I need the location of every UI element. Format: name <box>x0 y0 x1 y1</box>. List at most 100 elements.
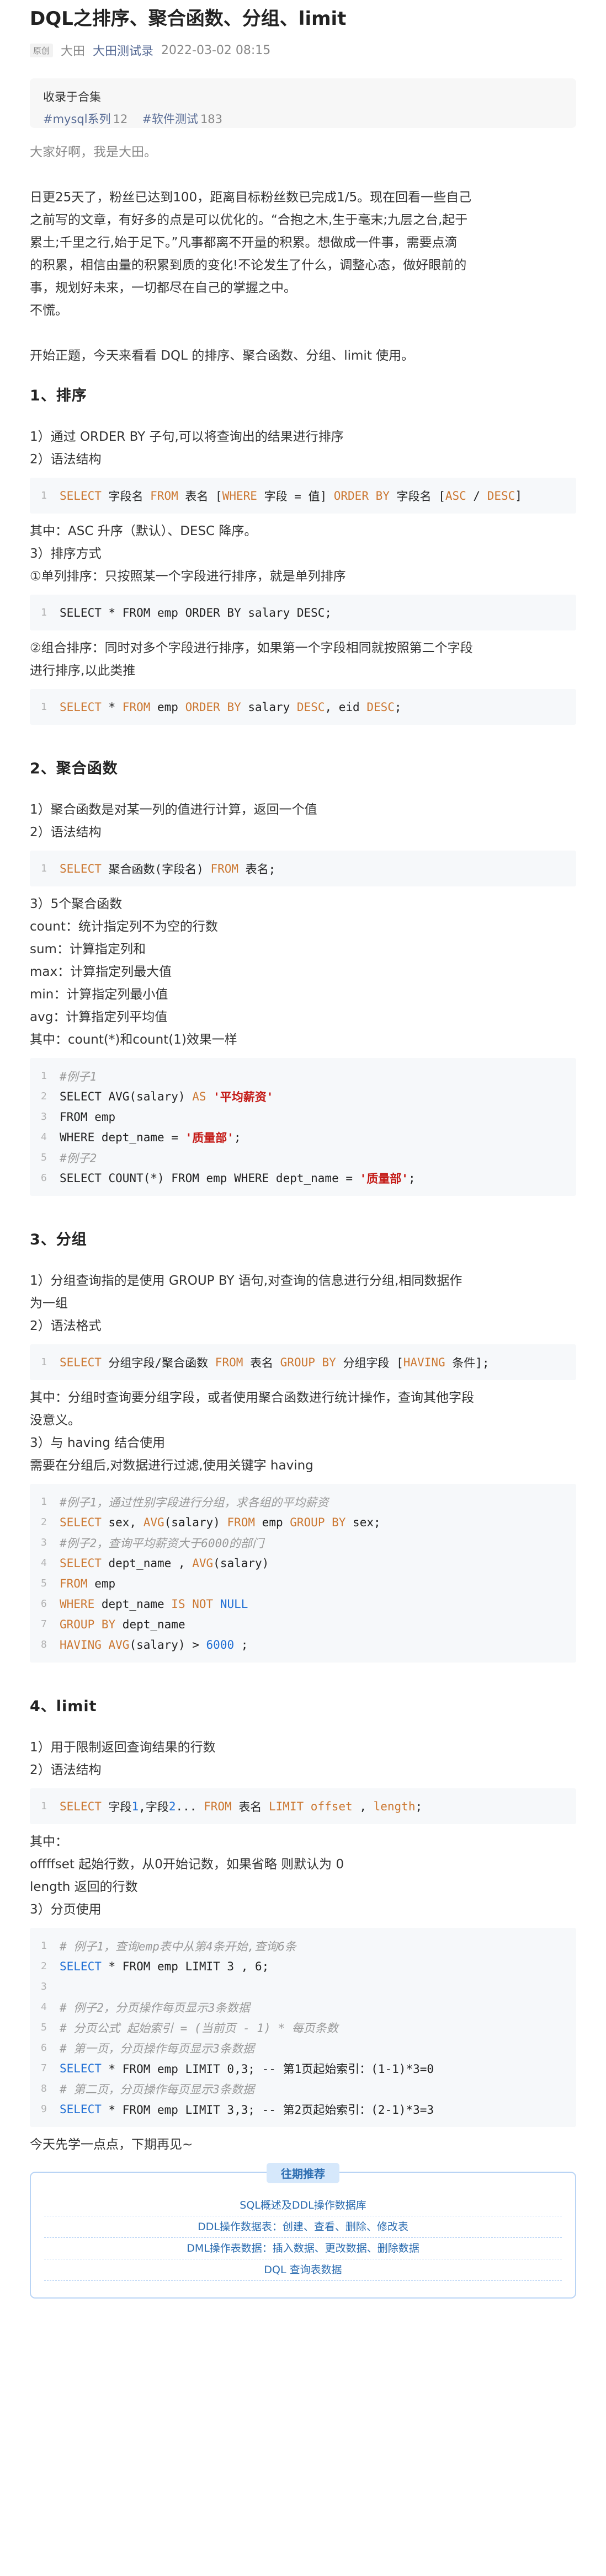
code-block: 1 SELECT * FROM emp ORDER BY salary DESC… <box>30 689 576 725</box>
code-line: 8 HAVING AVG (salary) > 6000 ; <box>41 1634 576 1655</box>
code-text: ; <box>415 1799 423 1813</box>
code-keyword: SELECT <box>60 489 102 503</box>
code-text: ; <box>408 1171 416 1185</box>
code-text: ; <box>394 700 402 714</box>
author-name[interactable]: 大田 <box>61 41 85 59</box>
code-keyword: HAVING <box>403 1355 445 1369</box>
code-text: 字段名 [ <box>389 489 445 503</box>
recommend-link[interactable]: SQL概述及DDL操作数据库 <box>44 2195 562 2216</box>
code-keyword: length <box>366 1799 416 1813</box>
paragraph: avg：计算指定列平均值 <box>30 1010 168 1024</box>
code-string: '质量部' <box>185 1131 234 1145</box>
code-line: 5 FROM emp <box>41 1573 576 1594</box>
code-text: sex; <box>345 1515 381 1529</box>
paragraph: length 返回的行数 <box>30 1880 138 1894</box>
code-line: 2 SELECT AVG(salary) AS '平均薪资' <box>41 1086 576 1107</box>
code-text: ] <box>515 489 522 503</box>
section-heading-aggregate: 2、聚合函数 <box>30 760 118 777</box>
code-comment: # 分页公式 起始索引 = (当前页 - 1) * 每页条数 <box>60 2021 338 2035</box>
code-text: ... <box>176 1799 204 1813</box>
code-keyword: AVG <box>143 1515 164 1529</box>
line-number: 9 <box>41 2103 47 2115</box>
line-number: 6 <box>41 1172 47 1184</box>
code-text: (salary) > <box>129 1638 206 1652</box>
code-text: , <box>359 1799 366 1813</box>
code-text: 表名 [ <box>178 489 222 503</box>
code-text: dept_name , <box>101 1556 193 1570</box>
code-text: SELECT COUNT(*) FROM emp WHERE dept_name… <box>60 1171 360 1185</box>
code-block: 1 SELECT * FROM emp ORDER BY salary DESC… <box>30 595 576 630</box>
code-line: 6 # 第一页，分页操作每页显示3条数据 <box>41 2038 576 2058</box>
code-keyword: SELECT <box>60 700 102 714</box>
code-keyword: DESC <box>487 489 515 503</box>
paragraph: 1）聚合函数是对某一列的值进行计算，返回一个值 <box>30 803 317 817</box>
code-keyword: WHERE <box>60 1597 95 1611</box>
line-number: 2 <box>41 1960 47 1972</box>
line-number: 6 <box>41 1598 47 1610</box>
paragraph: 进行排序,以此类推 <box>30 664 136 678</box>
code-line: 2 SELECT * FROM emp LIMIT 3 , 6; <box>41 1956 576 1976</box>
paragraph: 1）通过 ORDER BY 子句,可以将查询出的结果进行排序 <box>30 430 344 444</box>
code-line: 3 FROM emp <box>41 1107 576 1127</box>
code-keyword: offset <box>304 1799 360 1813</box>
code-keyword: IS NOT <box>171 1597 214 1611</box>
paragraph: 1）用于限制返回查询结果的行数 <box>30 1740 216 1755</box>
paragraph: 3）5个聚合函数 <box>30 897 123 911</box>
original-badge: 原创 <box>30 43 54 57</box>
code-keyword: SELECT <box>60 1515 102 1529</box>
code-text: 聚合函数(字段名) <box>101 862 211 876</box>
line-number: 5 <box>41 1578 47 1589</box>
account-link[interactable]: 大田测试录 <box>93 41 153 59</box>
line-number: 3 <box>41 1981 47 1992</box>
code-text: 分组字段/聚合函数 <box>101 1356 215 1370</box>
recommend-link[interactable]: DDL操作数据表：创建、查看、删除、修改表 <box>44 2216 562 2238</box>
code-keyword: FROM <box>60 1576 88 1590</box>
code-text: 字段名 <box>101 489 151 503</box>
code-block: 1 #例子1，通过性别字段进行分组，求各组的平均薪资 2 SELECT sex, A… <box>30 1484 576 1663</box>
code-block: 1 # 例子1，查询emp表中从第4条开始,查询6条 2 SELECT * FROM… <box>30 1928 576 2127</box>
code-keyword: SELECT <box>60 862 102 875</box>
recommend-link[interactable]: DML操作表数据：插入数据、更改数据、删除数据 <box>44 2238 562 2259</box>
code-text: / <box>466 489 487 503</box>
code-keyword: FROM <box>204 1799 232 1813</box>
code-text: 字段 = 值] <box>257 489 334 503</box>
code-keyword: DESC <box>366 700 395 714</box>
code-keyword: ORDER BY <box>333 489 390 503</box>
code-line: 1 #例子1，通过性别字段进行分组，求各组的平均薪资 <box>41 1492 576 1512</box>
code-comment: #例子2，查询平均薪资大于6000的部门 <box>60 1536 264 1550</box>
line-number: 1 <box>41 701 47 713</box>
paragraph: 其中： <box>30 1835 68 1849</box>
code-text: salary <box>241 700 297 714</box>
line-number: 8 <box>41 1639 47 1650</box>
code-text: SELECT * FROM emp ORDER BY salary DESC; <box>60 606 332 619</box>
code-literal: 6000 <box>206 1638 235 1652</box>
code-line: 1 # 例子1，查询emp表中从第4条开始,查询6条 <box>41 1936 576 1956</box>
code-line: 1 SELECT * FROM emp ORDER BY salary DESC… <box>41 697 576 717</box>
tag-name[interactable]: #软件测试 <box>142 113 198 126</box>
tag-name[interactable]: #mysql系列 <box>43 113 111 126</box>
recommend-link[interactable]: DQL 查询表数据 <box>44 2259 562 2281</box>
collection-box: 收录于合集 #mysql系列 12 #软件测试 183 <box>30 78 576 128</box>
code-text: WHERE dept_name = <box>60 1130 185 1144</box>
collection-tag-mysql[interactable]: #mysql系列 12 <box>43 110 127 127</box>
code-comment: #例子1 <box>60 1070 97 1083</box>
code-line: 2 SELECT sex, AVG (salary) FROM emp GROUP … <box>41 1512 576 1532</box>
code-line: 9 SELECT * FROM emp LIMIT 3,3; -- 第2页起始索引… <box>41 2099 576 2119</box>
paragraph: 为一组 <box>30 1296 68 1311</box>
code-comment: #例子2 <box>60 1151 97 1165</box>
code-block: 1 #例子1 2 SELECT AVG(salary) AS '平均薪资' 3 FRO… <box>30 1058 576 1196</box>
section-heading-group: 3、分组 <box>30 1231 87 1248</box>
code-line: 5 # 分页公式 起始索引 = (当前页 - 1) * 每页条数 <box>41 2017 576 2038</box>
code-line: 4 # 例子2，分页操作每页显示3条数据 <box>41 1997 576 2017</box>
code-text: FROM emp <box>60 1110 116 1124</box>
publish-date: 2022-03-02 08:15 <box>161 43 271 57</box>
collection-tag-testing[interactable]: #软件测试 183 <box>142 110 222 127</box>
code-text: 字段 <box>101 1800 132 1814</box>
code-keyword: WHERE <box>222 489 257 503</box>
code-text: * FROM emp LIMIT 3 , 6; <box>101 1959 269 1973</box>
code-keyword: FROM <box>150 489 178 503</box>
line-number: 6 <box>41 2042 47 2054</box>
article-title: DQL之排序、聚合函数、分组、limit <box>30 8 347 30</box>
ending-text: 今天先学一点点，下期再见~ <box>30 2137 193 2152</box>
code-keyword: FROM <box>122 700 151 714</box>
